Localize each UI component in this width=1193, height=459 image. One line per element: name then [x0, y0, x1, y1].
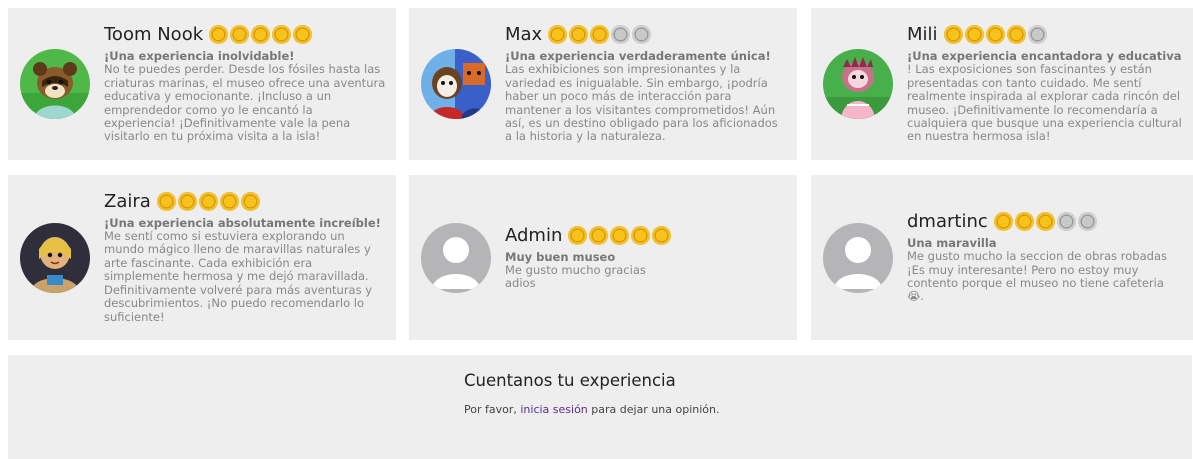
coin-empty-icon — [611, 25, 631, 45]
login-prompt: Por favor, inicia sesión para dejar una … — [464, 403, 720, 416]
coin-full-icon — [548, 25, 568, 45]
coin-empty-icon — [1077, 212, 1097, 232]
coin-full-icon — [652, 225, 672, 245]
review-title: ¡Una experiencia encantadora y educativa — [907, 49, 1182, 64]
reviewer-name: Zaira — [104, 191, 151, 213]
reviewer-name: Max — [505, 24, 543, 46]
coin-full-icon — [1006, 25, 1026, 45]
reviewer-name: dmartinc — [907, 211, 988, 233]
coin-full-icon — [943, 25, 963, 45]
coin-full-icon — [589, 225, 609, 245]
coin-full-icon — [569, 25, 589, 45]
rating-coins — [943, 25, 1047, 45]
rating-coins — [993, 212, 1097, 232]
coin-full-icon — [293, 25, 313, 45]
review-card: Toom Nook ¡Una experiencia inolvidable! … — [8, 8, 396, 160]
review-title: ¡Una experiencia verdaderamente única! — [505, 49, 771, 64]
review-card: Max ¡Una experiencia verdaderamente únic… — [409, 8, 797, 160]
coin-empty-icon — [632, 25, 652, 45]
review-body: Las exhibiciones son impresionantes y la… — [505, 62, 778, 144]
coin-full-icon — [251, 25, 271, 45]
coin-full-icon — [272, 25, 292, 45]
tom-nook-avatar — [20, 49, 90, 119]
default-user-avatar — [421, 222, 491, 293]
default-user-avatar — [823, 222, 893, 293]
review-title: ¡Una experiencia absolutamente increíble… — [104, 216, 381, 231]
coin-full-icon — [1014, 212, 1034, 232]
coin-full-icon — [985, 25, 1005, 45]
rating-coins — [209, 25, 313, 45]
coin-full-icon — [964, 25, 984, 45]
coin-empty-icon — [1027, 25, 1047, 45]
coin-full-icon — [219, 192, 239, 212]
reviewer-name: Mili — [907, 24, 938, 46]
review-body: Me gusto mucho la seccion de obras robad… — [907, 249, 1167, 304]
review-title: Muy buen museo — [505, 249, 616, 264]
coin-full-icon — [590, 25, 610, 45]
review-title: ¡Una experiencia inolvidable! — [104, 49, 295, 64]
review-title: Una maravilla — [907, 236, 997, 251]
feedback-section: Cuentanos tu experiencia Por favor, inic… — [8, 355, 1192, 459]
coin-full-icon — [177, 192, 197, 212]
mili-avatar — [823, 49, 893, 119]
coin-full-icon — [993, 212, 1013, 232]
review-body: No te puedes perder. Desde los fósiles h… — [104, 62, 386, 144]
zaira-avatar — [20, 222, 90, 293]
review-card: Admin Muy buen museo Me gusto mucho grac… — [409, 175, 797, 340]
rating-coins — [156, 192, 260, 212]
reviewer-name: Toom Nook — [104, 24, 204, 46]
coin-full-icon — [1035, 212, 1055, 232]
coin-full-icon — [610, 225, 630, 245]
coin-full-icon — [568, 225, 588, 245]
review-card: Mili ¡Una experiencia encantadora y educ… — [811, 8, 1193, 160]
review-card: Zaira ¡Una experiencia absolutamente inc… — [8, 175, 396, 340]
review-body: ! Las exposiciones son fascinantes y est… — [907, 62, 1182, 144]
max-avatar — [421, 49, 491, 119]
review-body: Me gusto mucho gracias adios — [505, 262, 646, 290]
rating-coins — [548, 25, 652, 45]
login-prompt-suffix: para dejar una opinión. — [587, 403, 720, 416]
rating-coins — [568, 225, 672, 245]
coin-empty-icon — [1056, 212, 1076, 232]
coin-full-icon — [631, 225, 651, 245]
feedback-heading: Cuentanos tu experiencia — [464, 371, 676, 390]
review-card: dmartinc Una maravilla Me gusto mucho la… — [811, 175, 1193, 340]
coin-full-icon — [156, 192, 176, 212]
reviewer-name: Admin — [505, 224, 563, 246]
login-prompt-prefix: Por favor, — [464, 403, 521, 416]
login-link[interactable]: inicia sesión — [520, 403, 587, 416]
coin-full-icon — [209, 25, 229, 45]
coin-full-icon — [240, 192, 260, 212]
review-body: Me sentí como si estuviera explorando un… — [104, 229, 373, 324]
coin-full-icon — [198, 192, 218, 212]
coin-full-icon — [230, 25, 250, 45]
